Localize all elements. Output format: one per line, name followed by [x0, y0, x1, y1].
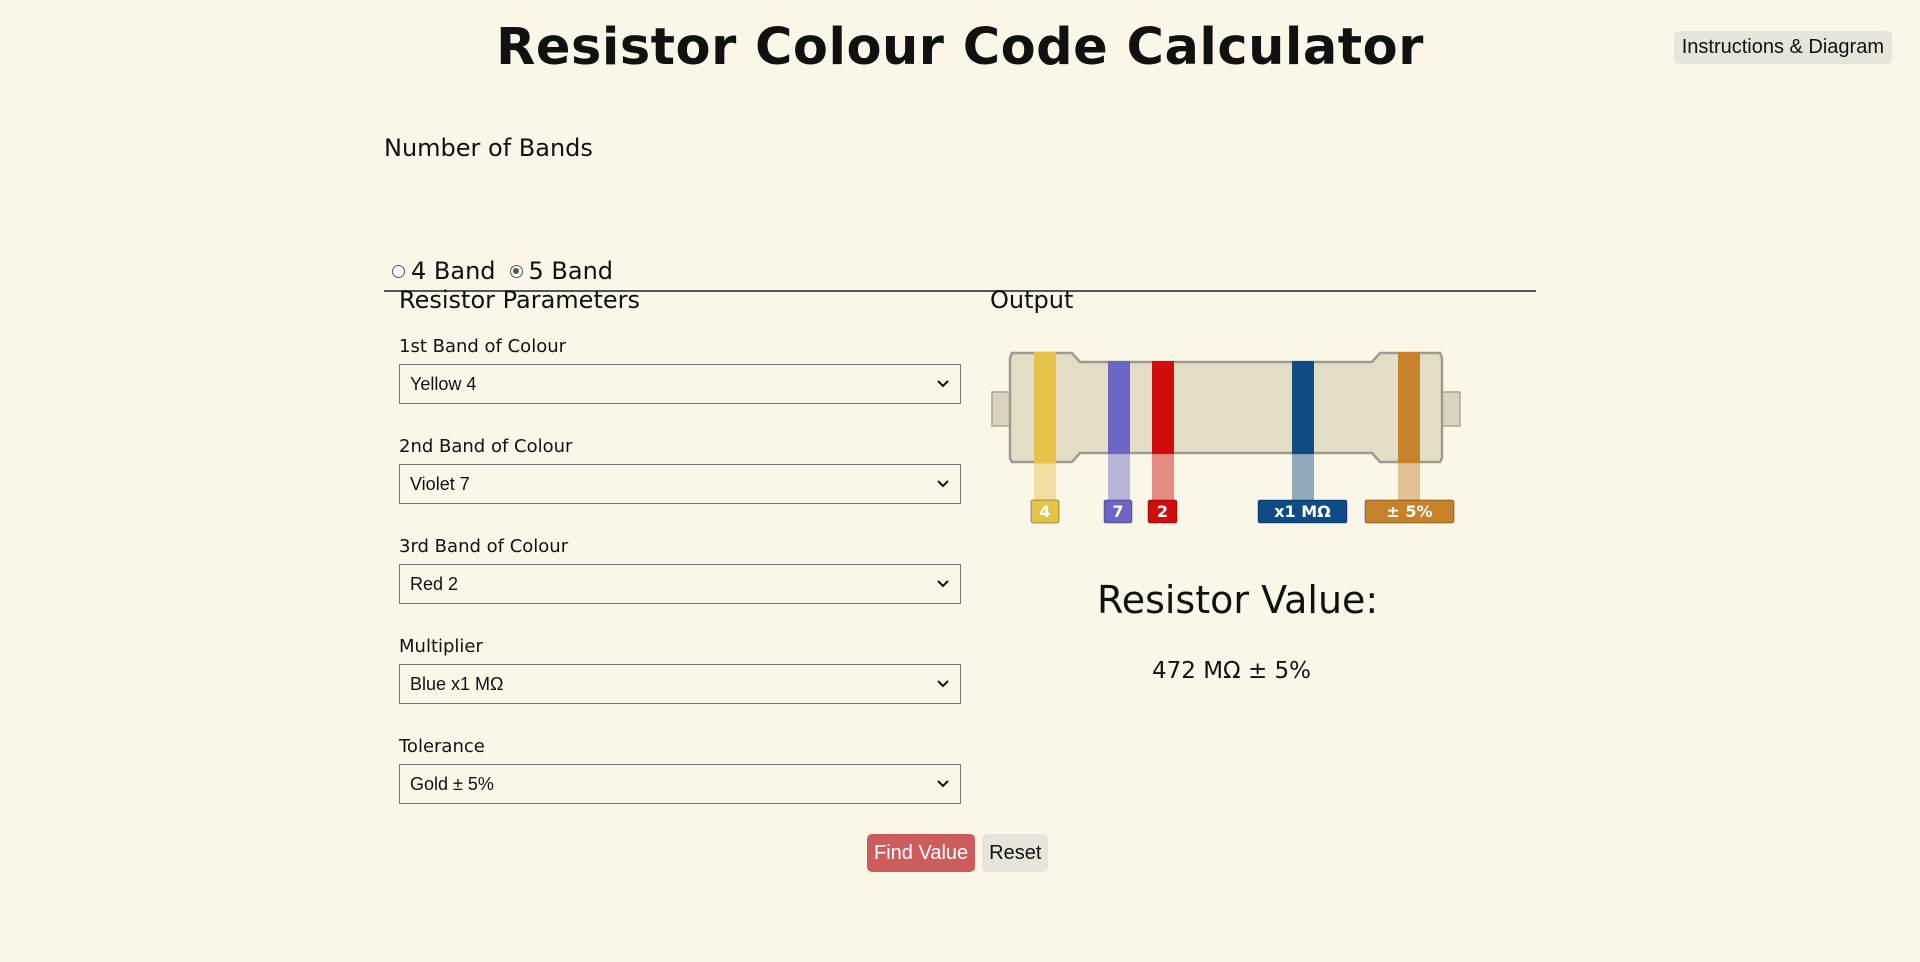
- chevron-down-icon: [937, 780, 949, 788]
- radio-5-band[interactable]: [509, 264, 523, 278]
- multiplier-value: Blue x1 MΩ: [410, 673, 504, 694]
- output-heading: Output: [990, 286, 1074, 314]
- band-label-2: 7: [1112, 502, 1123, 521]
- band-label-5: ± 5%: [1386, 502, 1432, 521]
- resistor-band-stem-2: [1108, 454, 1130, 500]
- chevron-down-icon: [937, 680, 949, 688]
- resistor-body: [1008, 351, 1444, 464]
- radio-label-5-band[interactable]: 5 Band: [529, 257, 614, 285]
- bands-section: Number of Bands 4 Band 5 Band: [384, 134, 1536, 292]
- page-title: Resistor Colour Code Calculator: [496, 18, 1424, 77]
- resistor-band-2: [1108, 361, 1130, 454]
- instructions-button[interactable]: Instructions & Diagram: [1673, 31, 1892, 64]
- field-band-1: 1st Band of Colour Yellow 4: [399, 336, 961, 404]
- band-2-value: Violet 7: [410, 473, 470, 494]
- resistor-lead-left: [991, 391, 1011, 427]
- chevron-down-icon: [937, 380, 949, 388]
- resistor-band-stem-1: [1034, 463, 1056, 500]
- chevron-down-icon: [937, 480, 949, 488]
- resistor-lead-right: [1441, 391, 1461, 427]
- resistor-parameters: Resistor Parameters 1st Band of Colour Y…: [399, 286, 961, 804]
- resistor-band-5: [1398, 352, 1420, 463]
- band-label-4: x1 MΩ: [1274, 502, 1331, 521]
- action-buttons: Find Value Reset: [867, 834, 1049, 872]
- resistor-value-heading: Resistor Value:: [1097, 578, 1379, 622]
- chevron-down-icon: [937, 580, 949, 588]
- page: Resistor Colour Code Calculator Instruct…: [0, 0, 1920, 962]
- resistor-band-4: [1292, 361, 1314, 454]
- band-3-value: Red 2: [410, 573, 459, 594]
- tolerance-value: Gold ± 5%: [410, 773, 494, 794]
- field-band-2: 2nd Band of Colour Violet 7: [399, 436, 961, 504]
- tolerance-select[interactable]: Gold ± 5%: [399, 764, 961, 804]
- resistor-value-text: 472 MΩ ± 5%: [1152, 658, 1312, 684]
- resistor-band-stem-4: [1292, 454, 1314, 500]
- output-section: Output: [990, 286, 1490, 328]
- field-band-3: 3rd Band of Colour Red 2: [399, 536, 961, 604]
- resistor-diagram: 4 7 2 x1 MΩ ± 5%: [991, 351, 1461, 524]
- field-multiplier: Multiplier Blue x1 MΩ: [399, 636, 961, 704]
- field-tolerance: Tolerance Gold ± 5%: [399, 736, 961, 804]
- band-1-label: 1st Band of Colour: [399, 336, 567, 357]
- band-3-label: 3rd Band of Colour: [399, 536, 569, 557]
- radio-label-4-band[interactable]: 4 Band: [411, 257, 496, 285]
- tolerance-label: Tolerance: [399, 736, 485, 757]
- band-1-value: Yellow 4: [410, 373, 477, 394]
- band-2-label: 2nd Band of Colour: [399, 436, 573, 457]
- find-value-button[interactable]: Find Value: [867, 834, 976, 872]
- band-label-3: 2: [1157, 502, 1168, 521]
- resistor-band-stem-5: [1398, 463, 1420, 500]
- radio-4-band[interactable]: [392, 264, 405, 278]
- band-2-select[interactable]: Violet 7: [399, 464, 961, 504]
- parameters-heading: Resistor Parameters: [399, 286, 640, 314]
- band-label-1: 4: [1039, 502, 1050, 521]
- resistor-band-3: [1152, 361, 1174, 454]
- resistor-band-stem-3: [1152, 454, 1174, 500]
- band-1-select[interactable]: Yellow 4: [399, 364, 961, 404]
- multiplier-select[interactable]: Blue x1 MΩ: [399, 664, 961, 704]
- reset-button[interactable]: Reset: [982, 834, 1049, 872]
- resistor-band-1: [1034, 352, 1056, 463]
- multiplier-label: Multiplier: [399, 636, 483, 657]
- bands-heading: Number of Bands: [384, 134, 593, 162]
- band-3-select[interactable]: Red 2: [399, 564, 961, 604]
